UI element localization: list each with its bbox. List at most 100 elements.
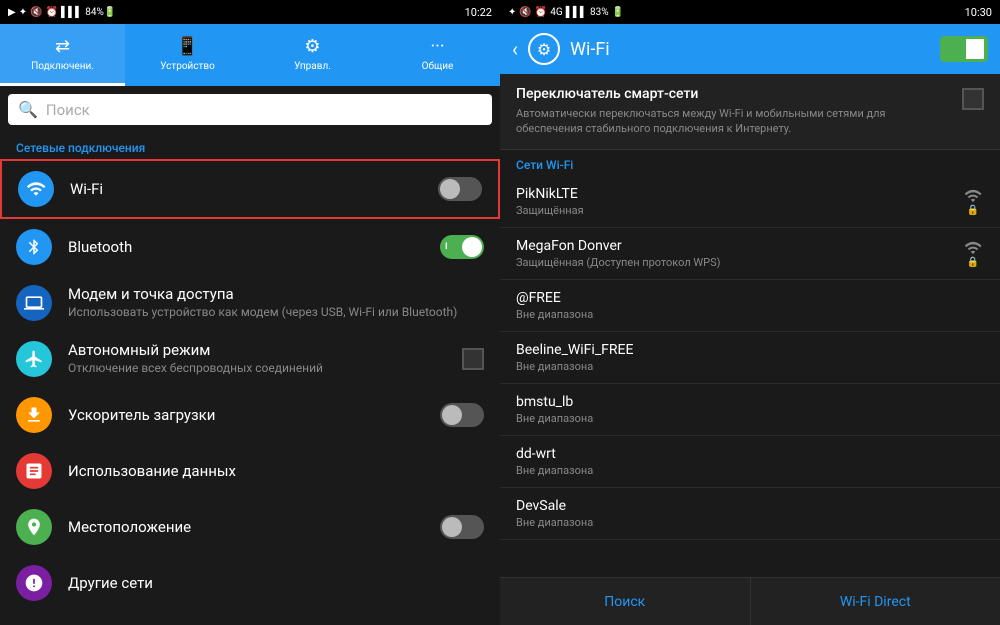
network-item-bmstu[interactable]: bmstu_lb Вне диапазона: [500, 384, 1000, 436]
megafon-lock-icon: 🔒: [967, 257, 979, 268]
left-status-bar: ▶ ✦ 🔇 ⏰ ▌▌▌ 84%🔋 10:22: [0, 0, 500, 24]
settings-item-other[interactable]: Другие сети: [0, 555, 500, 611]
beeline-content: Beeline_WiFi_FREE Вне диапазона: [516, 342, 984, 373]
tab-device-label: Устройство: [160, 61, 215, 72]
devsale-status: Вне диапазона: [516, 516, 984, 529]
beeline-status: Вне диапазона: [516, 360, 984, 373]
connections-icon: ⇄: [55, 36, 70, 57]
settings-item-modem[interactable]: Модем и точка доступа Использовать устро…: [0, 275, 500, 331]
download-item-title: Ускоритель загрузки: [68, 406, 424, 424]
wifi-master-toggle-thumb: [966, 39, 984, 59]
bmstu-name: bmstu_lb: [516, 394, 984, 410]
network-item-beeline[interactable]: Beeline_WiFi_FREE Вне диапазона: [500, 332, 1000, 384]
piknik-name: PikNikLTE: [516, 186, 950, 202]
wifi-master-toggle[interactable]: [940, 36, 988, 62]
right-bars-icon: ▌▌▌: [566, 7, 587, 18]
ddwrt-status: Вне диапазона: [516, 464, 984, 477]
other-item-title: Другие сети: [68, 574, 484, 592]
datausage-item-content: Использование данных: [68, 462, 484, 480]
search-button-label: Поиск: [604, 594, 645, 610]
device-icon: 📱: [176, 36, 198, 57]
ddwrt-content: dd-wrt Вне диапазона: [516, 446, 984, 477]
bottom-buttons: Поиск Wi-Fi Direct: [500, 577, 1000, 625]
settings-item-datausage[interactable]: Использование данных: [0, 443, 500, 499]
network-item-devsale[interactable]: DevSale Вне диапазона: [500, 488, 1000, 540]
wifi-item-title: Wi-Fi: [70, 180, 422, 198]
free-status: Вне диапазона: [516, 308, 984, 321]
wifi-direct-button-label: Wi-Fi Direct: [840, 594, 911, 610]
piknik-lock-icon: 🔒: [967, 205, 979, 216]
right-alarm-icon: ⏰: [535, 7, 547, 18]
right-panel: ✦ 🔇 ⏰ 4G ▌▌▌ 83% 🔋 10:30 ‹ ⚙ Wi-Fi Перек…: [500, 0, 1000, 625]
settings-item-location[interactable]: Местоположение: [0, 499, 500, 555]
general-icon: ···: [430, 36, 444, 57]
smart-switch-section: Переключатель смарт-сети Автоматически п…: [500, 74, 1000, 150]
location-item-content: Местоположение: [68, 518, 424, 536]
right-signal-icon: ✦: [508, 7, 516, 18]
datausage-item-title: Использование данных: [68, 462, 484, 480]
tab-controls-label: Управл.: [294, 61, 331, 72]
play-icon: ▶: [8, 7, 16, 18]
location-toggle[interactable]: [440, 515, 484, 539]
search-button[interactable]: Поиск: [500, 578, 751, 625]
smart-switch-checkbox[interactable]: [962, 88, 984, 110]
network-item-piknik[interactable]: PikNikLTE Защищённая 🔒: [500, 176, 1000, 228]
right-status-time: 10:30: [965, 6, 992, 19]
airplane-checkbox[interactable]: [462, 348, 484, 370]
tab-bar: ⇄ Подключени. 📱 Устройство ⚙ Управл. ···…: [0, 24, 500, 86]
time-display-right: 10:30: [965, 6, 992, 19]
tab-device[interactable]: 📱 Устройство: [125, 24, 250, 86]
wifi-settings-gear-icon: ⚙: [528, 33, 560, 65]
airplane-icon: [16, 341, 52, 377]
bluetooth-toggle[interactable]: I: [440, 235, 484, 259]
tab-controls[interactable]: ⚙ Управл.: [250, 24, 375, 86]
mute-icon: 🔇: [30, 7, 42, 18]
left-panel: ▶ ✦ 🔇 ⏰ ▌▌▌ 84%🔋 10:22 ⇄ Подключени. 📱 У…: [0, 0, 500, 625]
location-icon: [16, 509, 52, 545]
smart-switch-description: Автоматически переключаться между Wi-Fi …: [516, 106, 950, 137]
tab-connections-label: Подключени.: [31, 61, 94, 72]
network-item-free[interactable]: @FREE Вне диапазона: [500, 280, 1000, 332]
download-icon: [16, 397, 52, 433]
location-item-title: Местоположение: [68, 518, 424, 536]
tab-connections[interactable]: ⇄ Подключени.: [0, 24, 125, 86]
status-time-left: 10:22: [465, 6, 492, 19]
datausage-icon: [16, 453, 52, 489]
settings-item-airplane[interactable]: Автономный режим Отключение всех беспров…: [0, 331, 500, 387]
back-button[interactable]: ‹: [512, 37, 518, 61]
network-item-ddwrt[interactable]: dd-wrt Вне диапазона: [500, 436, 1000, 488]
right-status-bar: ✦ 🔇 ⏰ 4G ▌▌▌ 83% 🔋 10:30: [500, 0, 1000, 24]
modem-item-title: Модем и точка доступа: [68, 285, 484, 303]
network-list: PikNikLTE Защищённая 🔒 MegaFon Donver За…: [500, 176, 1000, 577]
beeline-name: Beeline_WiFi_FREE: [516, 342, 984, 358]
search-bar[interactable]: 🔍 Поиск: [8, 94, 492, 125]
search-icon: 🔍: [18, 100, 38, 119]
megafon-content: MegaFon Donver Защищённая (Доступен прот…: [516, 238, 950, 269]
bluetooth-item-content: Bluetooth: [68, 238, 424, 256]
other-networks-icon: [16, 565, 52, 601]
airplane-item-content: Автономный режим Отключение всех беспров…: [68, 341, 446, 377]
signal-icon: ▌▌▌: [61, 7, 82, 18]
wifi-icon: [18, 171, 54, 207]
settings-list: Wi-Fi Bluetooth I: [0, 159, 500, 625]
right-battery-icon: 🔋: [612, 7, 624, 18]
settings-item-download[interactable]: Ускоритель загрузки: [0, 387, 500, 443]
bmstu-content: bmstu_lb Вне диапазона: [516, 394, 984, 425]
controls-icon: ⚙: [304, 36, 320, 57]
settings-item-wifi[interactable]: Wi-Fi: [0, 159, 500, 219]
modem-item-content: Модем и точка доступа Использовать устро…: [68, 285, 484, 321]
ddwrt-name: dd-wrt: [516, 446, 984, 462]
right-4g-icon: 4G: [550, 7, 562, 18]
bmstu-status: Вне диапазона: [516, 412, 984, 425]
download-toggle[interactable]: [440, 403, 484, 427]
tab-general[interactable]: ··· Общие: [375, 24, 500, 86]
download-item-content: Ускоритель загрузки: [68, 406, 424, 424]
wifi-direct-button[interactable]: Wi-Fi Direct: [751, 578, 1000, 625]
airplane-item-subtitle: Отключение всех беспроводных соединений: [68, 361, 446, 377]
gear-symbol: ⚙: [537, 40, 551, 59]
network-item-megafon[interactable]: MegaFon Donver Защищённая (Доступен прот…: [500, 228, 1000, 280]
right-mute-icon: 🔇: [519, 7, 531, 18]
settings-item-bluetooth[interactable]: Bluetooth I: [0, 219, 500, 275]
wifi-toggle[interactable]: [438, 177, 482, 201]
airplane-item-title: Автономный режим: [68, 341, 446, 359]
